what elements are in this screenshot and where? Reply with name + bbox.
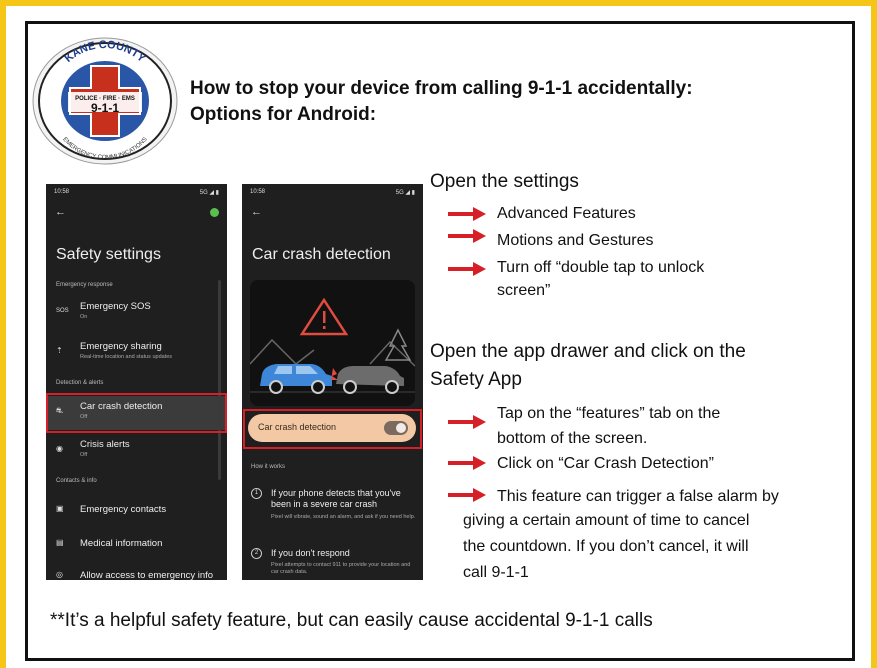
page-title: Safety settings bbox=[56, 246, 161, 263]
settings-step-2: Motions and Gestures bbox=[497, 232, 654, 249]
app-step-3-cont-2: the countdown. If you don’t cancel, it w… bbox=[463, 538, 749, 555]
list-item-emergency-sharing[interactable]: ⇡ Emergency sharing Real-time location a… bbox=[46, 336, 227, 370]
list-item-emergency-contacts[interactable]: ▣ Emergency contacts bbox=[46, 494, 227, 528]
logo-number: 9-1-1 bbox=[91, 101, 119, 115]
item-label: Emergency SOS bbox=[80, 301, 151, 312]
red-arrow-icon bbox=[448, 207, 486, 221]
back-arrow-icon[interactable]: ← bbox=[251, 206, 262, 218]
section-detection-alerts: Detection & alerts bbox=[56, 380, 104, 386]
crash-scene-icon bbox=[250, 297, 415, 394]
settings-step-1: Advanced Features bbox=[497, 205, 636, 222]
item-sub: Off bbox=[80, 452, 88, 458]
highlight-box-toggle bbox=[243, 409, 422, 449]
footer-note: **It’s a helpful safety feature, but can… bbox=[50, 610, 653, 631]
item-label: Emergency contacts bbox=[80, 504, 167, 515]
red-arrow-icon bbox=[448, 262, 486, 276]
list-item-medical-information[interactable]: ▤ Medical information bbox=[46, 528, 227, 562]
item-sub: On bbox=[80, 314, 88, 320]
list-item-emergency-sos[interactable]: SOS Emergency SOS On bbox=[46, 296, 227, 330]
instruction-app-drawer: Open the app drawer and click on the bbox=[430, 341, 746, 362]
status-icons: 5G ◢ ▮ bbox=[395, 190, 415, 196]
how-it-works-heading: How it works bbox=[251, 464, 286, 470]
status-time: 10:58 bbox=[54, 189, 70, 195]
medical-icon: ▤ bbox=[56, 538, 64, 547]
list-item-emergency-info-access[interactable]: ◎ Allow access to emergency info bbox=[46, 560, 227, 580]
step-sub: Pixel will vibrate, sound an alarm, and … bbox=[271, 514, 416, 520]
red-arrow-icon bbox=[448, 456, 486, 470]
red-arrow-icon bbox=[448, 229, 486, 243]
app-step-1-cont: bottom of the screen. bbox=[497, 430, 648, 447]
title-line-2: Options for Android: bbox=[190, 104, 377, 125]
phone-screenshot-safety-settings: 10:58 5G ◢ ▮ ← Safety settings Emergency… bbox=[46, 184, 227, 580]
slide-title: How to stop your device from calling 9-1… bbox=[190, 76, 693, 128]
status-icons: 5G ◢ ▮ bbox=[199, 190, 219, 196]
sharing-icon: ⇡ bbox=[56, 346, 63, 355]
highlight-box-car-crash bbox=[46, 393, 227, 433]
item-label: Crisis alerts bbox=[80, 439, 130, 450]
item-label: Emergency sharing bbox=[80, 341, 162, 352]
avatar-dot-icon bbox=[210, 208, 219, 217]
app-step-3: This feature can trigger a false alarm b… bbox=[497, 488, 779, 505]
instruction-open-settings: Open the settings bbox=[430, 171, 579, 192]
kane-county-911-logo: KANE COUNTY POLICE · FIRE · EMS 9-1-1 EM… bbox=[32, 37, 178, 165]
status-time: 10:58 bbox=[250, 189, 266, 195]
item-label: Medical information bbox=[80, 538, 163, 549]
step-number-icon: 1 bbox=[251, 488, 262, 499]
back-arrow-icon[interactable]: ← bbox=[55, 206, 66, 218]
sos-icon: SOS bbox=[56, 308, 69, 314]
list-item-crisis-alerts[interactable]: ◉ Crisis alerts Off bbox=[46, 434, 227, 468]
car-crash-illustration bbox=[250, 280, 415, 406]
step-title: If your phone detects that you've been i… bbox=[271, 488, 401, 509]
app-step-3-cont-3: call 9-1-1 bbox=[463, 564, 529, 581]
settings-step-3-cont: screen” bbox=[497, 282, 551, 299]
app-step-3-cont-1: giving a certain amount of time to cance… bbox=[463, 512, 750, 529]
red-arrow-icon bbox=[448, 488, 486, 502]
section-contacts-info: Contacts & info bbox=[56, 478, 97, 484]
app-step-2: Click on “Car Crash Detection” bbox=[497, 455, 714, 472]
lock-screen-icon: ◎ bbox=[56, 570, 63, 579]
title-line-1: How to stop your device from calling 9-1… bbox=[190, 78, 693, 99]
settings-step-3: Turn off “double tap to unlock bbox=[497, 259, 705, 276]
phone-screenshot-car-crash-detection: 10:58 5G ◢ ▮ ← Car crash detection Car c… bbox=[242, 184, 423, 580]
red-arrow-icon bbox=[448, 415, 486, 429]
instruction-safety-app: Safety App bbox=[430, 369, 522, 390]
step-title: If you don't respond bbox=[271, 548, 350, 558]
contacts-icon: ▣ bbox=[56, 504, 64, 513]
page-title: Car crash detection bbox=[252, 246, 391, 263]
section-emergency-response: Emergency response bbox=[56, 282, 113, 288]
item-sub: Real-time location and status updates bbox=[80, 354, 173, 360]
scrollbar[interactable] bbox=[218, 280, 221, 480]
item-label: Allow access to emergency info bbox=[80, 570, 214, 580]
app-step-1: Tap on the “features” tab on the bbox=[497, 405, 721, 422]
step-sub: Pixel attempts to contact 911 to provide… bbox=[271, 562, 411, 575]
crisis-alert-icon: ◉ bbox=[56, 444, 63, 453]
step-number-icon: 2 bbox=[251, 548, 262, 559]
